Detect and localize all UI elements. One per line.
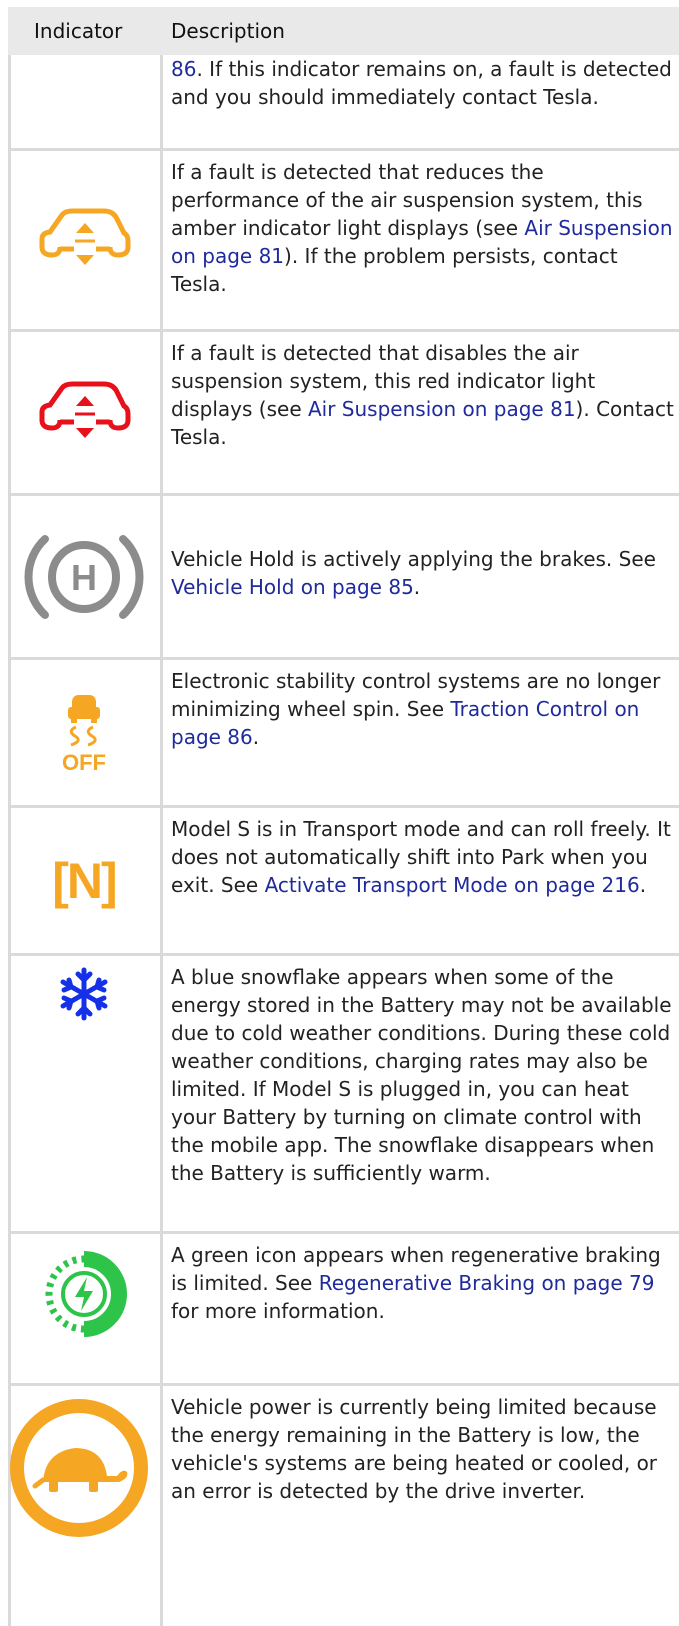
air-suspension-amber-icon: [8, 151, 160, 329]
table-row: 86. If this indicator remains on, a faul…: [8, 55, 679, 148]
traction-control-off-icon: OFF: [8, 660, 160, 805]
row-description: Vehicle Hold is actively applying the br…: [171, 545, 676, 601]
table-row: [N] Model S is in Transport mode and can…: [8, 805, 679, 953]
description-text: Vehicle Hold is actively applying the br…: [171, 547, 656, 571]
row-description: If a fault is detected that reduces the …: [171, 158, 676, 298]
table-row: A green icon appears when regenerative b…: [8, 1231, 679, 1383]
page-link[interactable]: Air Suspension on page 81: [308, 397, 576, 421]
row-description: If a fault is detected that disables the…: [171, 339, 676, 451]
table-row: Vehicle power is currently being limited…: [8, 1383, 679, 1626]
table-row: If a fault is detected that disables the…: [8, 329, 679, 493]
icon-off-text: OFF: [62, 750, 106, 773]
vehicle-hold-icon: H: [8, 496, 160, 657]
description-text: A blue snowflake appears when some of th…: [171, 965, 672, 1185]
description-text: .: [639, 873, 647, 897]
svg-text:H: H: [71, 557, 97, 598]
header-description: Description: [171, 19, 285, 43]
page-link[interactable]: 86: [171, 57, 196, 81]
table-header: Indicator Description: [8, 7, 679, 55]
snowflake-icon: [8, 964, 160, 1024]
description-text: .: [413, 575, 421, 599]
table-row: OFF Electronic stability control systems…: [8, 657, 679, 805]
description-text: . If this indicator remains on, a fault …: [171, 57, 672, 109]
description-text: Vehicle power is currently being limited…: [171, 1395, 658, 1503]
regen-braking-limited-icon: [8, 1234, 160, 1354]
description-text: .: [252, 725, 260, 749]
table-row: If a fault is detected that reduces the …: [8, 148, 679, 329]
row-description: Model S is in Transport mode and can rol…: [171, 815, 676, 899]
page-link[interactable]: Vehicle Hold on page 85: [171, 575, 414, 599]
row-description: A green icon appears when regenerative b…: [171, 1241, 676, 1325]
row-description: Vehicle power is currently being limited…: [171, 1393, 676, 1505]
description-text: for more information.: [171, 1299, 385, 1323]
row-description: 86. If this indicator remains on, a faul…: [171, 55, 676, 111]
table-row: A blue snowflake appears when some of th…: [8, 953, 679, 1231]
page-link[interactable]: Activate Transport Mode on page 216: [265, 873, 640, 897]
header-indicator: Indicator: [34, 19, 123, 43]
table-row: H Vehicle Hold is actively applying the …: [8, 493, 679, 657]
turtle-power-limited-icon: [8, 1386, 160, 1541]
row-description: A blue snowflake appears when some of th…: [171, 963, 676, 1187]
air-suspension-red-icon: [8, 332, 160, 493]
transport-mode-icon: [N]: [8, 808, 160, 953]
row-description: Electronic stability control systems are…: [171, 667, 676, 751]
page-link[interactable]: Regenerative Braking on page 79: [319, 1271, 655, 1295]
transport-mode-glyph: [N]: [52, 852, 117, 909]
